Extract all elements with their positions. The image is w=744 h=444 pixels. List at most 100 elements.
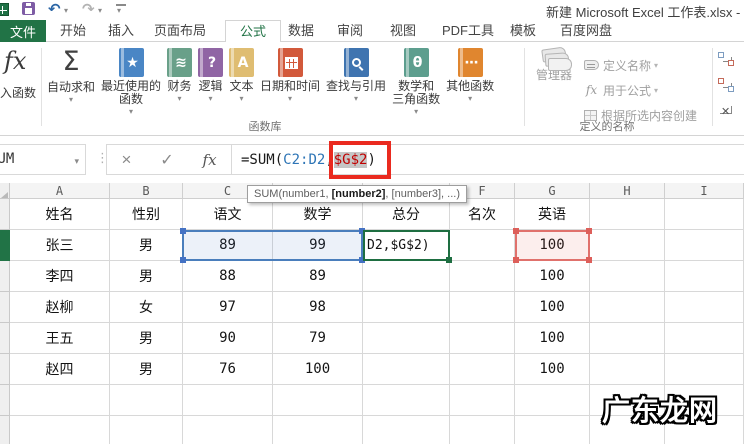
cell-h5[interactable] [590, 323, 665, 354]
cell-c1[interactable]: 语文 [183, 199, 273, 230]
cell-i2[interactable] [665, 230, 744, 261]
logical-button[interactable]: ? 逻辑 ▾ [195, 46, 226, 116]
cell-g4[interactable]: 100 [515, 292, 590, 323]
cell-g3[interactable]: 100 [515, 261, 590, 292]
cell-i5[interactable] [665, 323, 744, 354]
cell-b6[interactable]: 男 [110, 354, 183, 385]
cell-e4[interactable] [363, 292, 450, 323]
save-icon[interactable] [22, 2, 35, 15]
recent-functions-button[interactable]: ★ 最近使用的 函数 ▾ [98, 46, 164, 116]
cell-f5[interactable] [450, 323, 515, 354]
cell-h6[interactable] [590, 354, 665, 385]
quick-access-customize-icon[interactable] [116, 4, 126, 15]
row-header[interactable] [0, 292, 10, 323]
cell-b5[interactable]: 男 [110, 323, 183, 354]
cell-c6[interactable]: 76 [183, 354, 273, 385]
cell-h3[interactable] [590, 261, 665, 292]
cell-i1[interactable] [665, 199, 744, 230]
column-header[interactable]: H [590, 183, 665, 199]
undo-icon[interactable]: ↶ [48, 0, 61, 18]
cell-c2[interactable]: 89 [183, 230, 273, 261]
cell-i6[interactable] [665, 354, 744, 385]
cell-a3[interactable]: 李四 [10, 261, 110, 292]
column-header[interactable]: I [665, 183, 744, 199]
cell-g6[interactable]: 100 [515, 354, 590, 385]
cell-e3[interactable] [363, 261, 450, 292]
tab-data[interactable]: 数据 [284, 20, 318, 42]
cell-a1[interactable]: 姓名 [10, 199, 110, 230]
insert-function-fx-icon[interactable]: fx [203, 151, 217, 169]
enter-icon[interactable]: ✓ [160, 150, 173, 170]
cell-a5[interactable]: 王五 [10, 323, 110, 354]
cell-d2[interactable]: 99 [273, 230, 363, 261]
tab-review[interactable]: 审阅 [333, 20, 367, 42]
text-button[interactable]: A 文本 ▾ [226, 46, 257, 116]
cell-d5[interactable]: 79 [273, 323, 363, 354]
cell-e5[interactable] [363, 323, 450, 354]
cell-a6[interactable]: 赵四 [10, 354, 110, 385]
use-in-formula-button[interactable]: fx 用于公式 ▾ [584, 79, 658, 101]
cell-g5[interactable]: 100 [515, 323, 590, 354]
row-header[interactable] [0, 354, 10, 385]
column-header[interactable]: G [515, 183, 590, 199]
cell-c3[interactable]: 88 [183, 261, 273, 292]
tab-home[interactable]: 开始 [56, 20, 90, 42]
cell-f6[interactable] [450, 354, 515, 385]
tab-view[interactable]: 视图 [386, 20, 420, 42]
cell-f2[interactable] [450, 230, 515, 261]
cell-h2[interactable] [590, 230, 665, 261]
undo-dropdown-icon[interactable]: ▾ [64, 6, 68, 15]
define-name-button[interactable]: 定义名称 ▾ [584, 54, 658, 76]
math-trig-button[interactable]: θ 数学和 三角函数 ▾ [389, 46, 443, 116]
cell-g1[interactable]: 英语 [515, 199, 590, 230]
tab-file[interactable]: 文件 [0, 20, 46, 42]
tab-baidu-netdisk[interactable]: 百度网盘 [556, 20, 616, 42]
cell-c5[interactable]: 90 [183, 323, 273, 354]
row-header[interactable] [0, 323, 10, 354]
cancel-icon[interactable]: × [121, 150, 131, 170]
row-header[interactable] [0, 199, 10, 230]
cell-b2[interactable]: 男 [110, 230, 183, 261]
cell-a2[interactable]: 张三 [10, 230, 110, 261]
cell-f1[interactable]: 名次 [450, 199, 515, 230]
formula-input[interactable]: =SUM(C2:D2, $G$2) [231, 144, 744, 175]
cell-b1[interactable]: 性别 [110, 199, 183, 230]
lookup-reference-button[interactable]: 查找与引用 ▾ [323, 46, 389, 116]
tab-formulas[interactable]: 公式 [225, 20, 282, 43]
row-header[interactable] [0, 261, 10, 292]
insert-function-button[interactable]: fx 插入函数 [0, 46, 40, 132]
cell-d4[interactable]: 98 [273, 292, 363, 323]
tab-page-layout[interactable]: 页面布局 [150, 20, 210, 42]
cell-b4[interactable]: 女 [110, 292, 183, 323]
cell-d6[interactable]: 100 [273, 354, 363, 385]
cell-a4[interactable]: 赵柳 [10, 292, 110, 323]
cell-c4[interactable]: 97 [183, 292, 273, 323]
cell-d1[interactable]: 数学 [273, 199, 363, 230]
more-functions-button[interactable]: ⋯ 其他函数 ▾ [443, 46, 497, 116]
redo-dropdown-icon[interactable]: ▾ [98, 6, 102, 15]
row-header[interactable] [0, 416, 10, 444]
name-box[interactable]: SUM ▾ [0, 144, 86, 175]
cell-h4[interactable] [590, 292, 665, 323]
tab-insert[interactable]: 插入 [104, 20, 138, 42]
cell-b3[interactable]: 男 [110, 261, 183, 292]
remove-arrows-icon[interactable]: ✕ [718, 104, 744, 120]
cell-d3[interactable]: 89 [273, 261, 363, 292]
cell-f3[interactable] [450, 261, 515, 292]
cell-e1[interactable]: 总分 [363, 199, 450, 230]
cell-e2[interactable] [363, 230, 450, 261]
autosum-button[interactable]: Σ 自动求和 ▾ [44, 46, 98, 116]
financial-button[interactable]: ≋ 财务 ▾ [164, 46, 195, 116]
name-manager-button[interactable]: 名称 管理器 [530, 46, 578, 84]
trace-precedents-icon[interactable] [718, 52, 744, 68]
column-header[interactable]: B [110, 183, 183, 199]
cell-e6[interactable] [363, 354, 450, 385]
tab-templates[interactable]: 模板 [506, 20, 540, 42]
cell-i4[interactable] [665, 292, 744, 323]
datetime-button[interactable]: 日期和时间 ▾ [257, 46, 323, 116]
column-header[interactable]: A [10, 183, 110, 199]
tab-pdf-tools[interactable]: PDF工具 [438, 20, 498, 42]
trace-dependents-icon[interactable] [718, 78, 744, 94]
row-header[interactable] [0, 385, 10, 416]
cell-i3[interactable] [665, 261, 744, 292]
